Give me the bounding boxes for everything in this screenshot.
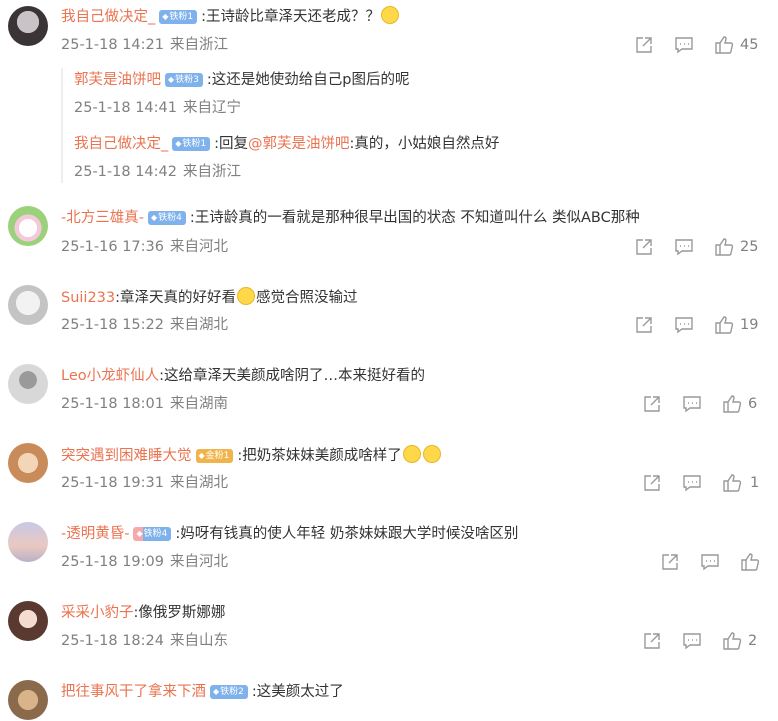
share-icon[interactable] — [642, 394, 662, 414]
comment-text: 王诗龄比章泽天还老成？？ — [206, 9, 381, 25]
fan-badge[interactable]: ◆铁粉2 — [210, 685, 248, 699]
thumbs-up-icon[interactable] — [714, 237, 734, 257]
comment-location: 来自湖北 — [170, 475, 228, 491]
avatar[interactable] — [8, 206, 48, 246]
fan-badge[interactable]: ◆铁粉1 — [172, 137, 211, 151]
comment-username[interactable]: -北方三雄真- — [61, 210, 144, 226]
comment-date: 25-1-18 18:24 — [61, 633, 164, 649]
fan-badge[interactable]: ◆金粉1 — [195, 449, 234, 463]
comment-icon[interactable] — [682, 631, 702, 651]
mention-link[interactable]: @郭芙是油饼吧 — [248, 136, 350, 152]
reply-item: 我自己做决定_ ◆铁粉1:回复@郭芙是油饼吧:真的，小姑娘自然点好 — [74, 136, 500, 152]
like-count: 25 — [740, 239, 759, 255]
comment-date: 25-1-18 18:01 — [61, 396, 164, 412]
reply-text: :真的，小姑娘自然点好 — [349, 136, 500, 152]
like-count: 6 — [748, 396, 758, 412]
thumbs-up-icon[interactable] — [714, 35, 734, 55]
comment-text: 这美颜太过了 — [256, 684, 344, 700]
reply-item: 郭芙是油饼吧 ◆铁粉3:这还是她使劲给自己p图后的呢 — [74, 72, 410, 88]
fan-badge[interactable]: ◆铁粉4 — [133, 527, 172, 541]
share-icon[interactable] — [634, 315, 654, 335]
comment-icon[interactable] — [700, 552, 720, 572]
avatar[interactable] — [8, 522, 48, 562]
avatar[interactable] — [8, 443, 48, 483]
thumbs-up-icon[interactable] — [722, 473, 742, 493]
thumbs-up-icon[interactable] — [740, 552, 760, 572]
share-icon[interactable] — [660, 552, 680, 572]
fan-badge[interactable]: ◆铁粉3 — [165, 73, 203, 87]
comment-text-continued: 感觉合照没输过 — [256, 290, 358, 306]
reply-text: 这还是她使劲给自己p图后的呢 — [211, 72, 410, 88]
smile-emoji-icon — [381, 6, 400, 24]
fan-badge[interactable]: ◆铁粉4 — [147, 211, 186, 225]
thumbs-up-icon[interactable] — [714, 315, 734, 335]
like-count: 1 — [750, 475, 760, 491]
comment-location: 来自河北 — [170, 554, 228, 570]
share-icon[interactable] — [634, 35, 654, 55]
comment-username[interactable]: 突突遇到困难睡大觉 — [61, 448, 192, 464]
comment-date: 25-1-18 15:22 — [61, 317, 164, 333]
reply-list: 郭芙是油饼吧 ◆铁粉3:这还是她使劲给自己p图后的呢 25-1-18 14:41 来… — [61, 68, 763, 183]
thumbs-up-icon[interactable] — [722, 631, 742, 651]
comment-location: 来自湖北 — [170, 317, 228, 333]
reply-date: 25-1-18 14:42 — [74, 164, 177, 180]
comment-username[interactable]: -透明黄昏- — [61, 526, 129, 542]
reply-location: 来自辽宁 — [183, 100, 241, 116]
comment-location: 来自河北 — [170, 239, 228, 255]
comment-location: 来自山东 — [170, 633, 228, 649]
like-count: 19 — [740, 317, 759, 333]
comment-icon[interactable] — [674, 237, 694, 257]
comment-date: 25-1-16 17:36 — [61, 239, 164, 255]
comment-username[interactable]: 把往事风干了拿来下酒 — [61, 684, 206, 700]
fan-badge[interactable]: ◆铁粉1 — [159, 10, 198, 24]
laugh-cry-emoji-icon — [402, 445, 421, 463]
comment-text: 妈呀有钱真的使人年轻 奶茶妹妹跟大学时候没啥区别 — [180, 526, 519, 542]
share-icon[interactable] — [634, 237, 654, 257]
thumbs-up-icon[interactable] — [722, 394, 742, 414]
comment-icon[interactable] — [674, 315, 694, 335]
share-icon[interactable] — [642, 631, 662, 651]
comment-username[interactable]: 采采小豹子 — [61, 605, 134, 621]
comment-icon[interactable] — [674, 35, 694, 55]
avatar[interactable] — [8, 601, 48, 641]
comment-text: 章泽天真的好好看 — [120, 290, 237, 306]
laugh-cry-emoji-icon — [422, 445, 441, 463]
comment-icon[interactable] — [682, 473, 702, 493]
avatar[interactable] — [8, 6, 48, 46]
comment-text: 这给章泽天美颜成啥阴了…本来挺好看的 — [164, 368, 426, 384]
like-count: 2 — [748, 633, 758, 649]
comment-text: 像俄罗斯娜娜 — [138, 605, 226, 621]
comment-location: 来自浙江 — [170, 37, 228, 53]
share-icon[interactable] — [642, 473, 662, 493]
comment-username[interactable]: Suii233 — [61, 290, 115, 306]
avatar[interactable] — [8, 680, 48, 720]
reply-username[interactable]: 我自己做决定_ — [74, 136, 168, 152]
avatar[interactable] — [8, 364, 48, 404]
comment-location: 来自湖南 — [170, 396, 228, 412]
comment-text: 王诗龄真的一看就是那种很早出国的状态 不知道叫什么 类似ABC那种 — [194, 210, 640, 226]
comment-username[interactable]: 我自己做决定_ — [61, 9, 155, 25]
comment-date: 25-1-18 19:31 — [61, 475, 164, 491]
like-count: 45 — [740, 37, 759, 53]
reply-location: 来自浙江 — [183, 164, 241, 180]
comment-text: 把奶茶妹妹美颜成啥样了 — [242, 448, 402, 464]
reply-username[interactable]: 郭芙是油饼吧 — [74, 72, 161, 88]
avatar[interactable] — [8, 285, 48, 325]
comment-date: 25-1-18 14:21 — [61, 37, 164, 53]
comment-date: 25-1-18 19:09 — [61, 554, 164, 570]
comment-username[interactable]: Leo小龙虾仙人 — [61, 368, 159, 384]
comment-icon[interactable] — [682, 394, 702, 414]
laugh-cry-emoji-icon — [237, 287, 256, 305]
reply-date: 25-1-18 14:41 — [74, 100, 177, 116]
